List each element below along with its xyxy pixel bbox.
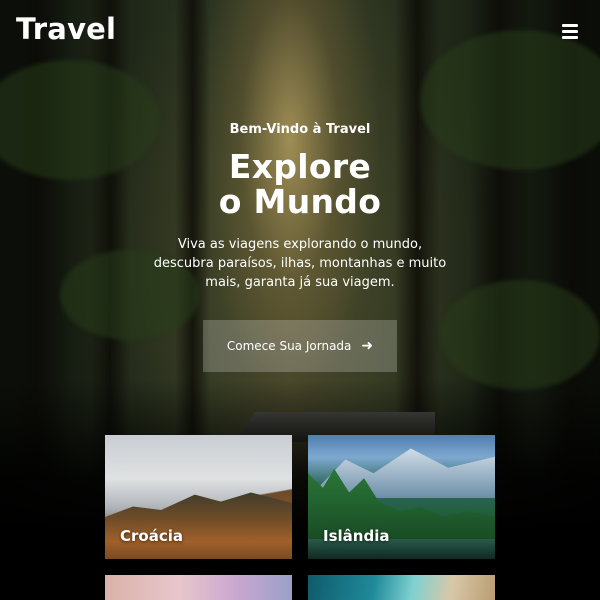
hero-description: Viva as viagens explorando o mundo, desc…: [153, 237, 447, 290]
hero-page: Travel Bem-Vindo à Travel Explore o Mund…: [0, 0, 600, 600]
destination-card-croacia[interactable]: Croácia: [105, 435, 292, 559]
forest-foliage: [440, 280, 600, 390]
destination-card-4[interactable]: [308, 575, 495, 600]
hero-section: Bem-Vindo à Travel Explore o Mundo Viva …: [0, 122, 600, 292]
headline-line-1: Explore: [228, 147, 372, 186]
site-logo[interactable]: Travel: [16, 12, 116, 46]
welcome-text: Bem-Vindo à Travel: [229, 122, 371, 137]
card-image-hills: [105, 492, 292, 559]
hamburger-menu-icon[interactable]: [562, 24, 578, 39]
destination-card-islandia[interactable]: Islândia: [308, 435, 495, 559]
cta-label: Comece Sua Jornada: [226, 339, 352, 353]
menu-bar: [562, 30, 578, 33]
menu-bar: [562, 24, 578, 27]
destination-name: Islândia: [323, 527, 390, 545]
start-journey-button[interactable]: Comece Sua Jornada ➜: [203, 320, 397, 372]
destination-name: Croácia: [120, 527, 183, 545]
menu-bar: [562, 36, 578, 39]
destination-card-3[interactable]: [105, 575, 292, 600]
headline-line-2: o Mundo: [218, 182, 382, 221]
hero-headline: Explore o Mundo: [0, 149, 600, 219]
arrow-right-icon: ➜: [361, 338, 374, 354]
bottom-fade: [0, 380, 600, 600]
